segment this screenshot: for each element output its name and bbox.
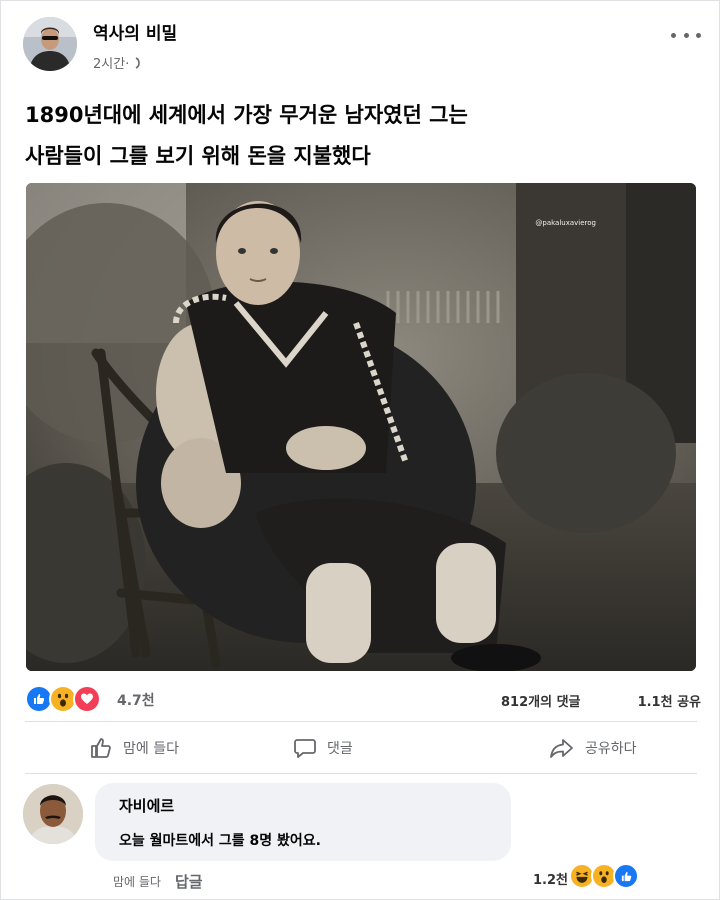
like-icon	[613, 863, 639, 889]
thumbs-up-icon	[89, 736, 113, 760]
post-header: 역사의 비밀 2시간·	[23, 17, 701, 75]
more-options-icon[interactable]	[671, 25, 701, 45]
comment-button[interactable]: 댓글	[293, 727, 353, 769]
comments-count[interactable]: 812개의 댓글	[501, 691, 581, 710]
comment-reaction-icons[interactable]	[569, 863, 639, 889]
post-meta: 2시간·	[93, 53, 143, 72]
comment-like-button[interactable]: 맘에 들다	[113, 873, 161, 890]
post-text: 1890년대에 세계에서 가장 무거운 남자였던 그는 사람들이 그를 보기 위…	[25, 95, 695, 177]
post-card: 역사의 비밀 2시간· 1890년대에 세계에서 가장 무거운 남자였던 그는 …	[0, 0, 720, 900]
post-text-line: 사람들이 그를 보기 위해 돈을 지불했다	[25, 144, 371, 168]
action-bar: 맘에 들다 댓글 공유하다	[25, 727, 697, 769]
post-stats: 4.7천 812개의 댓글 1.1천 공유	[25, 685, 701, 713]
page-avatar[interactable]	[23, 17, 77, 71]
reaction-icons[interactable]	[25, 685, 101, 713]
share-icon	[549, 736, 575, 760]
like-button[interactable]: 맘에 들다	[89, 727, 179, 769]
divider	[25, 773, 697, 774]
post-photo[interactable]: @pakaluxavierog	[26, 183, 696, 671]
post-text-line: 1890년대에 세계에서 가장 무거운 남자였던 그는	[25, 103, 468, 127]
comment-bubble: 자비에르 오늘 월마트에서 그를 8명 봤어요.	[95, 783, 511, 861]
commenter-avatar[interactable]	[23, 784, 83, 844]
page-name[interactable]: 역사의 비밀	[93, 19, 177, 44]
globe-icon	[133, 56, 143, 69]
comment-reply-button[interactable]: 답글	[175, 871, 203, 892]
comment-icon	[293, 736, 317, 760]
post-time[interactable]: 2시간·	[93, 53, 129, 72]
like-label: 맘에 들다	[123, 741, 179, 757]
comment-label: 댓글	[327, 741, 353, 757]
share-label: 공유하다	[585, 741, 637, 757]
love-icon	[73, 685, 101, 713]
shares-count[interactable]: 1.1천 공유	[638, 691, 701, 710]
comment-reaction-count[interactable]: 1.2천	[533, 869, 568, 888]
comment-actions: 맘에 들다 답글	[113, 871, 203, 892]
divider	[25, 721, 697, 722]
reaction-count[interactable]: 4.7천	[117, 690, 155, 710]
share-button[interactable]: 공유하다	[549, 727, 637, 769]
photo-watermark: @pakaluxavierog	[535, 219, 596, 227]
comment-text: 오늘 월마트에서 그를 8명 봤어요.	[119, 833, 321, 849]
comment-author[interactable]: 자비에르	[119, 795, 174, 816]
